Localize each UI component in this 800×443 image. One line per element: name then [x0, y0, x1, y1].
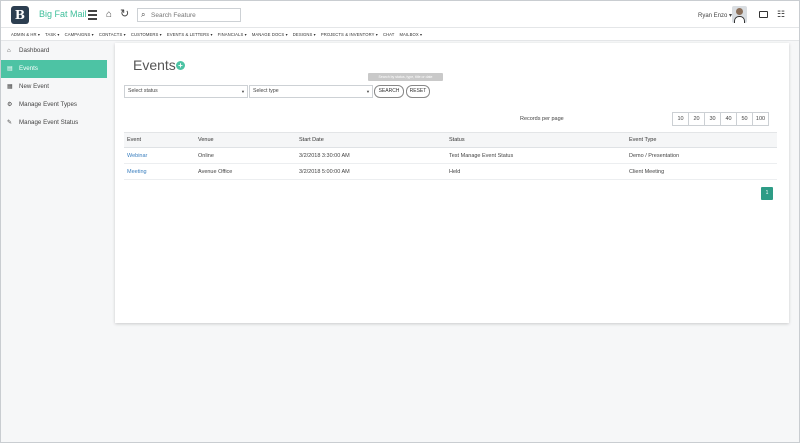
menu-item[interactable]: FINANCIALS ▾: [218, 32, 247, 37]
menu-item[interactable]: DESIGNS ▾: [293, 32, 316, 37]
list-icon: ▤: [7, 66, 13, 72]
menu-item[interactable]: ADMIN & HR ▾: [11, 32, 40, 37]
search-input[interactable]: [151, 10, 239, 20]
table-cell: Client Meeting: [626, 163, 777, 180]
column-header[interactable]: Event Type: [626, 132, 777, 148]
sidebar-item-label: Manage Event Types: [19, 101, 78, 108]
type-select-value: Select type: [253, 88, 279, 94]
table-cell: Held: [446, 163, 626, 180]
page-size-option[interactable]: 50: [736, 112, 753, 126]
page-size-option[interactable]: 100: [752, 112, 769, 126]
sidebar-item-new-event[interactable]: ▦ New Event: [1, 78, 107, 96]
chevron-down-icon: ▼: [366, 89, 370, 94]
page-size-option[interactable]: 30: [704, 112, 721, 126]
refresh-icon[interactable]: ↻: [120, 7, 129, 20]
table-cell: Online: [195, 147, 296, 164]
type-select[interactable]: Select type ▼: [249, 85, 373, 98]
main-menu-bar: ADMIN & HR ▾ TASK ▾ CAMPAIGNS ▾ CONTACTS ▾ C…: [1, 28, 799, 41]
sidebar-item-label: New Event: [19, 83, 49, 90]
records-per-page-label: Records per page: [520, 116, 564, 122]
sidebar-item-manage-event-types[interactable]: ⚙ Manage Event Types: [1, 96, 107, 114]
top-header: B Big Fat Mail ⌂ ↻ ⌕ Ryan Enzo ▾ ☷: [1, 1, 799, 28]
table-row[interactable]: Meeting Avenue Office 3/2/2018 5:00:00 A…: [124, 163, 777, 180]
events-panel: Events + Search by status, type, title o…: [115, 43, 789, 323]
calendar-icon: ▦: [7, 84, 13, 90]
menu-item[interactable]: MANAGE DOCS ▾: [252, 32, 288, 37]
home-icon: ⌂: [7, 48, 11, 54]
sidebar-item-label: Manage Event Status: [19, 119, 79, 126]
column-header[interactable]: Status: [446, 132, 626, 148]
id-card-icon[interactable]: [759, 11, 768, 18]
menu-item[interactable]: EVENTS & LETTERS ▾: [167, 32, 213, 37]
sidebar-item-manage-event-status[interactable]: ✎ Manage Event Status: [1, 114, 107, 132]
menu-item[interactable]: CUSTOMERS ▾: [131, 32, 162, 37]
records-per-page-options: 10 20 30 40 50 100: [672, 112, 769, 126]
avatar[interactable]: [732, 6, 747, 23]
sidebar: ⌂ Dashboard ▤ Events ▦ New Event ⚙ Manag…: [1, 42, 107, 132]
reset-button[interactable]: RESET: [406, 85, 430, 98]
table-cell: Demo / Presentation: [626, 147, 777, 164]
table-row[interactable]: Webinar Online 3/2/2018 3:30:00 AM Test …: [124, 147, 777, 164]
table-cell: 3/2/2018 5:00:00 AM: [296, 163, 446, 180]
status-select-value: Select status: [128, 88, 158, 94]
chevron-down-icon: ▼: [241, 89, 245, 94]
sidebar-item-label: Dashboard: [19, 47, 50, 54]
sidebar-item-events[interactable]: ▤ Events: [1, 60, 107, 78]
sidebar-item-dashboard[interactable]: ⌂ Dashboard: [1, 42, 107, 60]
menu-item[interactable]: CAMPAIGNS ▾: [65, 32, 94, 37]
table-cell: Avenue Office: [195, 163, 296, 180]
table-cell: 3/2/2018 3:30:00 AM: [296, 147, 446, 164]
search-button[interactable]: SEARCH: [374, 85, 404, 98]
page-size-option[interactable]: 40: [720, 112, 737, 126]
table-cell: Test Manage Event Status: [446, 147, 626, 164]
sidebar-item-label: Events: [19, 65, 38, 72]
search-icon: ⌕: [141, 10, 146, 19]
table-header-row: Event Venue Start Date Status Event Type: [124, 132, 777, 148]
status-select[interactable]: Select status ▼: [124, 85, 248, 98]
menu-item[interactable]: PROJECTS & INVENTORY ▾: [321, 32, 378, 37]
event-link[interactable]: Webinar: [124, 147, 195, 164]
search-tooltip: Search by status, type, title or date: [368, 73, 443, 81]
page-size-option[interactable]: 10: [672, 112, 689, 126]
wrench-icon: ✎: [7, 120, 13, 126]
home-icon[interactable]: ⌂: [106, 9, 112, 20]
menu-toggle-icon[interactable]: [88, 10, 97, 22]
brand-name[interactable]: Big Fat Mail: [39, 9, 87, 19]
page-size-option[interactable]: 20: [688, 112, 705, 126]
column-header[interactable]: Venue: [195, 132, 296, 148]
menu-item[interactable]: CONTACTS ▾: [99, 32, 126, 37]
feature-search[interactable]: ⌕: [137, 8, 241, 22]
column-header[interactable]: Event: [124, 132, 195, 148]
settings-icon: ⚙: [7, 102, 13, 108]
add-event-button[interactable]: +: [176, 61, 185, 70]
pagination-current-page[interactable]: 1: [761, 187, 773, 200]
events-table: Event Venue Start Date Status Event Type…: [124, 132, 777, 180]
users-icon[interactable]: ☷: [777, 9, 785, 20]
menu-item[interactable]: TASK ▾: [45, 32, 60, 37]
column-header[interactable]: Start Date: [296, 132, 446, 148]
user-menu[interactable]: Ryan Enzo ▾: [698, 12, 732, 19]
menu-item[interactable]: CHAT: [383, 32, 395, 37]
menu-item[interactable]: MAILBOX ▾: [399, 32, 422, 37]
event-link[interactable]: Meeting: [124, 163, 195, 180]
logo: B: [11, 6, 29, 24]
page-title: Events: [133, 57, 176, 73]
